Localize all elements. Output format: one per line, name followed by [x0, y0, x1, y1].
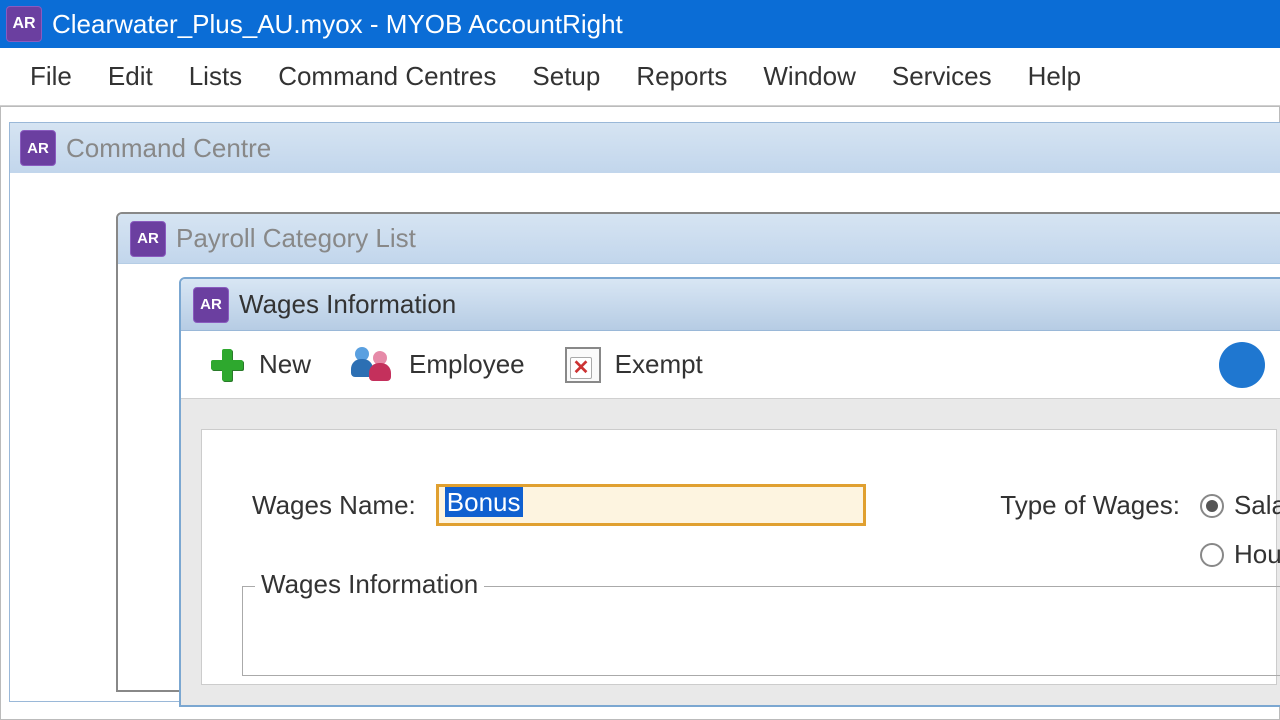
- menu-setup[interactable]: Setup: [532, 61, 600, 92]
- window-title: Clearwater_Plus_AU.myox - MYOB AccountRi…: [52, 9, 623, 40]
- wages-name-value: Bonus: [445, 487, 523, 517]
- ar-icon: AR: [20, 130, 56, 166]
- wages-name-input[interactable]: Bonus: [436, 484, 866, 526]
- command-centre-title: Command Centre: [66, 133, 271, 164]
- wages-name-label: Wages Name:: [252, 490, 416, 521]
- menu-lists[interactable]: Lists: [189, 61, 242, 92]
- plus-icon: [209, 347, 245, 383]
- wages-information-form-area: Wages Name: Bonus Type of Wages: Sala: [181, 399, 1280, 705]
- help-icon[interactable]: [1219, 342, 1265, 388]
- radio-hourly-indicator: [1200, 543, 1224, 567]
- menu-command-centres[interactable]: Command Centres: [278, 61, 496, 92]
- app-icon: AR: [6, 6, 42, 42]
- payroll-category-list-titlebar[interactable]: AR Payroll Category List: [118, 214, 1280, 264]
- employee-button-label: Employee: [409, 349, 525, 380]
- menu-edit[interactable]: Edit: [108, 61, 153, 92]
- ar-icon: AR: [130, 221, 166, 257]
- radio-salary-label: Sala: [1234, 490, 1280, 521]
- wages-information-toolbar: New Employee Exempt: [181, 331, 1280, 399]
- window-wages-information: AR Wages Information New Employee Exempt: [179, 277, 1280, 707]
- main-titlebar: AR Clearwater_Plus_AU.myox - MYOB Accoun…: [0, 0, 1280, 48]
- new-button[interactable]: New: [209, 347, 311, 383]
- employee-icon: [351, 345, 395, 385]
- new-button-label: New: [259, 349, 311, 380]
- employee-button[interactable]: Employee: [351, 345, 525, 385]
- ar-icon: AR: [193, 287, 229, 323]
- menu-reports[interactable]: Reports: [636, 61, 727, 92]
- wages-information-groupbox-title: Wages Information: [255, 569, 484, 600]
- form-panel: Wages Name: Bonus Type of Wages: Sala: [201, 429, 1277, 685]
- radio-salary-indicator: [1200, 494, 1224, 518]
- type-radio-column: Sala Hou: [1200, 490, 1280, 570]
- exempt-icon: [565, 347, 601, 383]
- radio-hourly[interactable]: Hou: [1200, 539, 1280, 570]
- radio-hourly-label: Hou: [1234, 539, 1280, 570]
- wages-information-titlebar[interactable]: AR Wages Information: [181, 279, 1280, 331]
- menu-services[interactable]: Services: [892, 61, 992, 92]
- exempt-button[interactable]: Exempt: [565, 347, 703, 383]
- exempt-button-label: Exempt: [615, 349, 703, 380]
- radio-salary[interactable]: Sala: [1200, 490, 1280, 521]
- menu-help[interactable]: Help: [1028, 61, 1081, 92]
- menu-bar: File Edit Lists Command Centres Setup Re…: [0, 48, 1280, 106]
- type-of-wages-label: Type of Wages:: [1000, 490, 1180, 521]
- command-centre-titlebar[interactable]: AR Command Centre: [10, 123, 1280, 173]
- type-of-wages-group: Type of Wages: Sala Hou: [1000, 490, 1280, 570]
- menu-window[interactable]: Window: [763, 61, 855, 92]
- payroll-category-list-title: Payroll Category List: [176, 223, 416, 254]
- wages-information-title: Wages Information: [239, 289, 456, 320]
- wages-information-groupbox: Wages Information: [242, 586, 1280, 676]
- mdi-client-area: AR Command Centre AR Payroll Category Li…: [0, 106, 1280, 720]
- menu-file[interactable]: File: [30, 61, 72, 92]
